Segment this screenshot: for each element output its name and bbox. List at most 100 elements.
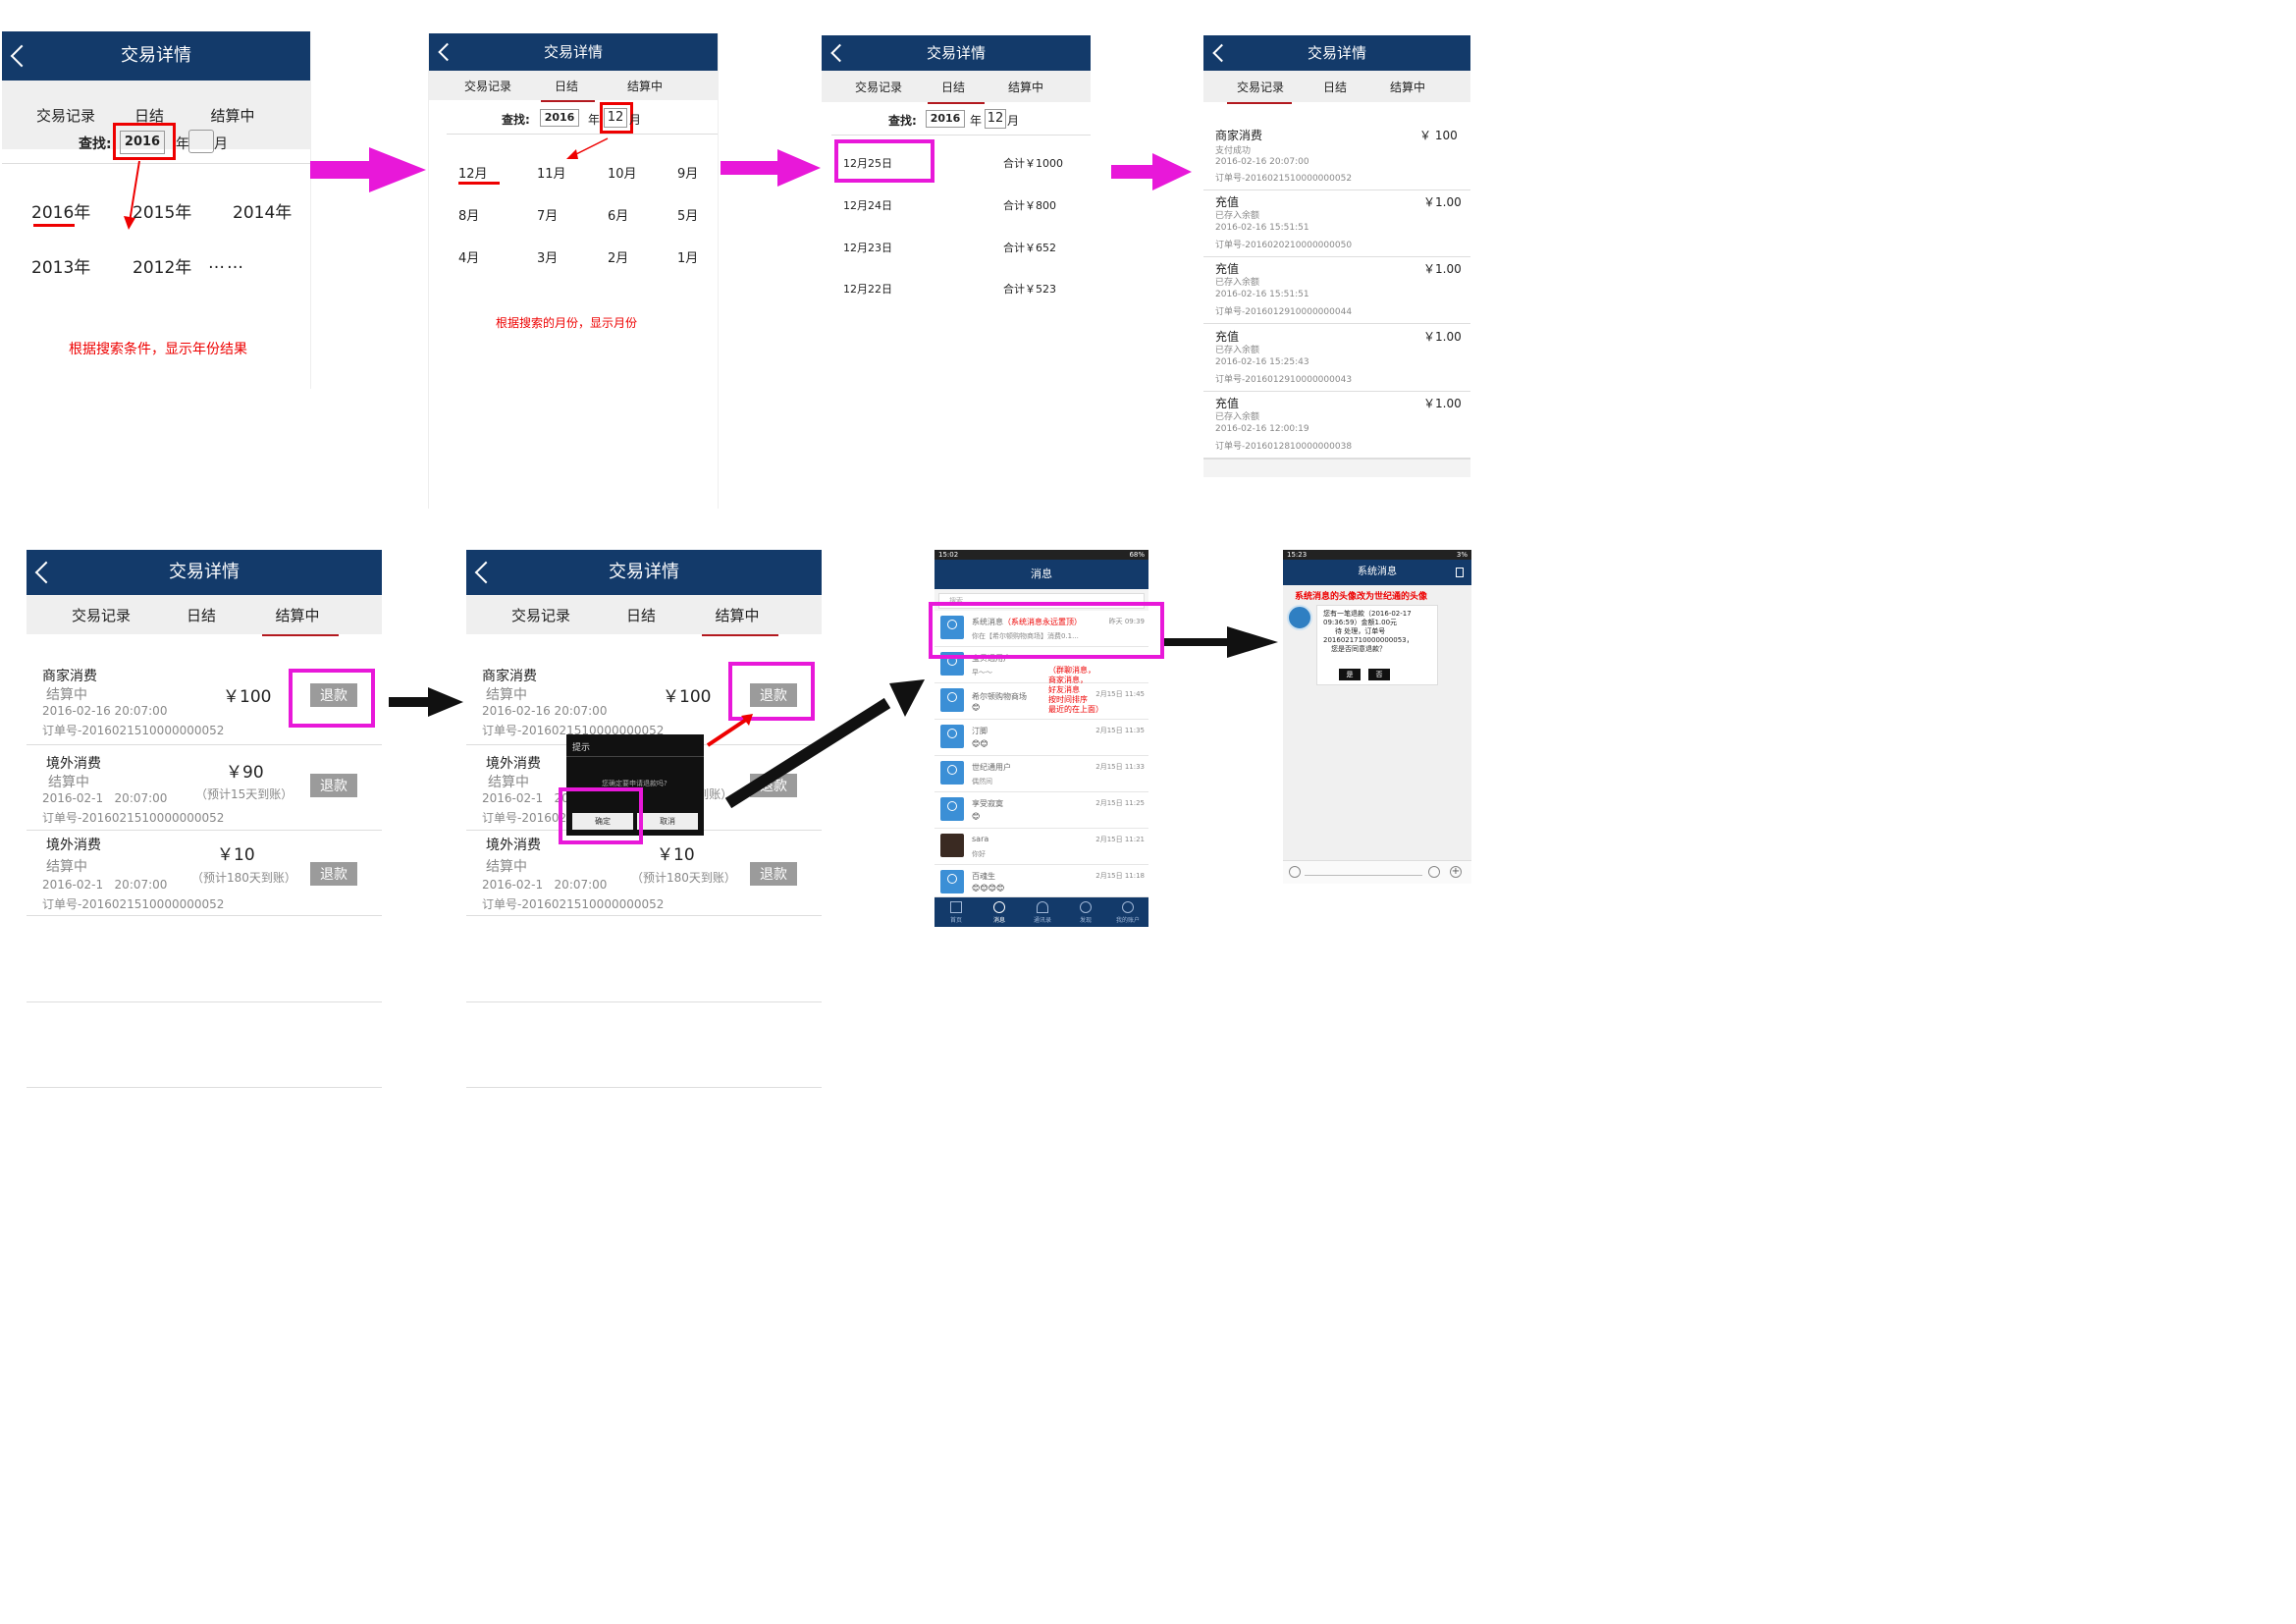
tab-records[interactable]: 交易记录 <box>449 71 527 100</box>
day-date[interactable]: 12月23日 <box>843 240 892 255</box>
item-title: 境外消费 <box>46 838 101 853</box>
back-icon[interactable] <box>10 44 33 68</box>
message-preview: 😊 <box>972 703 981 712</box>
more-years[interactable]: …… <box>208 253 245 273</box>
message-input[interactable] <box>1305 875 1422 876</box>
app-header: 交易详情 <box>822 35 1091 71</box>
nav-home[interactable]: 首页 <box>934 897 978 927</box>
tab-settling[interactable]: 结算中 <box>1370 71 1445 102</box>
message-row[interactable]: 百魂生 2月15日 11:18 😊😊😊😊 <box>934 865 1148 897</box>
record-item[interactable]: 充值 ￥1.00 已存入余额 2016-02-16 15:51:51 订单号-2… <box>1203 190 1470 257</box>
tab-settling[interactable]: 结算中 <box>698 595 776 634</box>
message-row[interactable]: sara 2月15日 11:21 你好 <box>934 829 1148 865</box>
message-row[interactable]: 汀脚 2月15日 11:35 😊😊 <box>934 720 1148 756</box>
day-date[interactable]: 12月24日 <box>843 197 892 213</box>
message-sender: 希尔顿购物商场 <box>972 692 1027 701</box>
month-option[interactable]: 11月 <box>537 163 566 182</box>
divider <box>27 830 382 831</box>
day-date[interactable]: 12月25日 <box>843 155 892 171</box>
month-input[interactable]: 12 <box>985 109 1006 129</box>
year-input[interactable]: 2016 <box>926 110 965 128</box>
item-amount: ￥90 <box>226 763 264 783</box>
month-suffix: 月 <box>214 136 228 152</box>
item-title: 境外消费 <box>486 838 541 853</box>
year-option[interactable]: 2016年 <box>31 198 90 223</box>
nav-messages[interactable]: 消息 <box>978 897 1021 927</box>
back-icon[interactable] <box>830 43 849 63</box>
back-icon[interactable] <box>1212 43 1231 63</box>
status-bar: 15:23 3% <box>1283 550 1471 560</box>
record-item[interactable]: 充值 ￥1.00 已存入余额 2016-02-16 15:51:51 订单号-2… <box>1203 257 1470 324</box>
year-option[interactable]: 2012年 <box>133 253 191 278</box>
record-item[interactable]: 充值 ￥1.00 已存入余额 2016-02-16 15:25:43 订单号-2… <box>1203 325 1470 392</box>
month-option[interactable]: 1月 <box>677 247 698 266</box>
back-icon[interactable] <box>474 561 498 584</box>
page-title: 交易详情 <box>543 43 603 61</box>
nav-account[interactable]: 我的账户 <box>1107 897 1148 927</box>
tab-daily[interactable]: 日结 <box>537 71 596 100</box>
tab-records[interactable]: 交易记录 <box>1223 71 1298 102</box>
item-time: 2016-02-16 20:07:00 <box>482 704 608 718</box>
message-sender: sara <box>972 835 989 843</box>
month-option[interactable]: 8月 <box>458 205 479 224</box>
refund-button[interactable]: 退款 <box>750 862 797 886</box>
annotation-line: 按时间排序 <box>1048 695 1088 704</box>
day-date[interactable]: 12月22日 <box>843 281 892 297</box>
trash-icon[interactable] <box>1456 568 1464 577</box>
app-header: 交易详情 <box>466 550 822 595</box>
item-eta: （预计15天到账） <box>195 787 294 801</box>
year-input[interactable]: 2016 <box>540 109 579 127</box>
message-sender: 百魂生 <box>972 872 995 881</box>
tab-records[interactable]: 交易记录 <box>496 595 586 634</box>
item-amount: ￥100 <box>663 687 712 707</box>
emoji-icon[interactable] <box>1428 866 1440 878</box>
screen-refund-confirm: 交易详情 交易记录 日结 结算中 商家消费 结算中 ￥100 2016-02-1… <box>466 550 822 1090</box>
back-icon[interactable] <box>438 42 456 62</box>
tab-settling[interactable]: 结算中 <box>988 71 1063 102</box>
year-option[interactable]: 2014年 <box>233 198 292 223</box>
voice-icon[interactable] <box>1289 866 1301 878</box>
record-amount: ￥1.00 <box>1423 397 1462 410</box>
month-option[interactable]: 7月 <box>537 205 558 224</box>
message-time: 2月15日 11:35 <box>1095 727 1145 734</box>
year-option[interactable]: 2015年 <box>133 198 191 223</box>
tab-settling[interactable]: 结算中 <box>258 595 337 634</box>
month-option[interactable]: 2月 <box>608 247 628 266</box>
plus-icon[interactable]: + <box>1450 866 1462 878</box>
tab-daily[interactable]: 日结 <box>609 595 673 634</box>
record-item[interactable]: 商家消费 ￥ 100 支付成功 2016-02-16 20:07:00 订单号-… <box>1203 124 1470 190</box>
nav-discover[interactable]: 发现 <box>1064 897 1107 927</box>
nav-contacts[interactable]: 通讯录 <box>1021 897 1064 927</box>
screen-daily-summary: 交易详情 交易记录 日结 结算中 查找: 2016 年 12 月 12月25日 … <box>822 35 1091 330</box>
tab-daily[interactable]: 日结 <box>924 71 983 102</box>
month-option[interactable]: 6月 <box>608 205 628 224</box>
month-option[interactable]: 12月 <box>458 163 488 182</box>
yes-button[interactable]: 是 <box>1339 669 1361 680</box>
month-option[interactable]: 3月 <box>537 247 558 266</box>
record-amount: ￥1.00 <box>1423 195 1462 209</box>
active-tab-underline <box>702 634 778 636</box>
message-row[interactable]: 希尔顿购物商场 2月15日 11:45 😊 <box>934 683 1148 720</box>
tab-records[interactable]: 交易记录 <box>56 595 146 634</box>
month-input[interactable] <box>188 130 214 153</box>
month-option[interactable]: 10月 <box>608 163 637 182</box>
message-row[interactable]: 世纪通用户 2月15日 11:33 偶然间 <box>934 756 1148 792</box>
nav-label: 我的账户 <box>1115 917 1140 924</box>
refund-button[interactable]: 退款 <box>310 862 357 886</box>
record-item[interactable]: 充值 ￥1.00 已存入余额 2016-02-16 12:00:19 订单号-2… <box>1203 392 1470 460</box>
month-option[interactable]: 5月 <box>677 205 698 224</box>
cancel-button[interactable]: 取消 <box>637 813 698 830</box>
month-option[interactable]: 4月 <box>458 247 479 266</box>
tab-records[interactable]: 交易记录 <box>841 71 916 102</box>
cancel-label: 取消 <box>660 817 675 826</box>
year-option[interactable]: 2013年 <box>31 253 90 278</box>
refund-button[interactable]: 退款 <box>310 774 357 797</box>
no-button[interactable]: 否 <box>1368 669 1390 680</box>
tab-daily[interactable]: 日结 <box>169 595 234 634</box>
back-icon[interactable] <box>34 561 58 584</box>
tab-daily[interactable]: 日结 <box>1306 71 1364 102</box>
message-row[interactable]: 享受寂寞 2月15日 11:25 😊 <box>934 792 1148 829</box>
record-status: 已存入余额 <box>1215 412 1260 422</box>
tab-settling[interactable]: 结算中 <box>606 71 684 100</box>
month-option[interactable]: 9月 <box>677 163 698 182</box>
